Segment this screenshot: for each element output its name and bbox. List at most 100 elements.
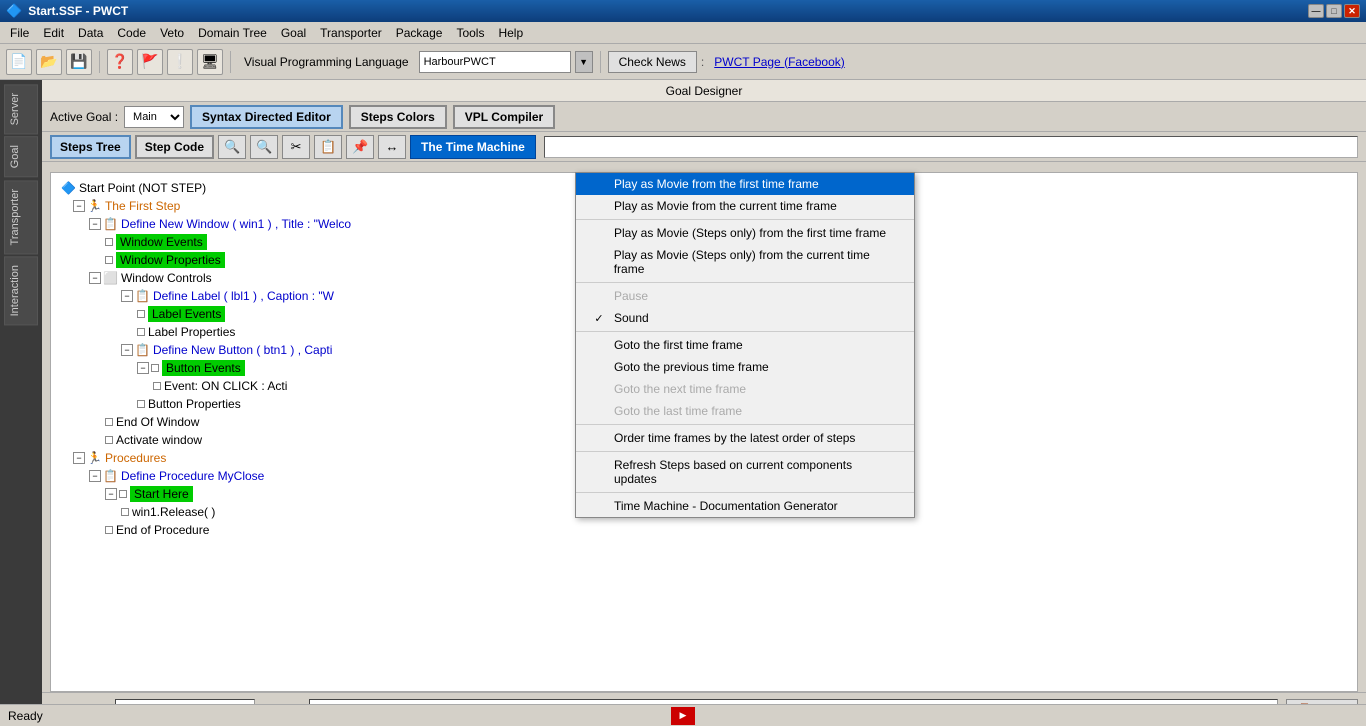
close-window-btn[interactable]: ✕ bbox=[1344, 4, 1360, 18]
steps-toolbar: Steps Tree Step Code 🔍 🔍 ✂ 📋 📌 ↔ The Tim… bbox=[42, 132, 1366, 162]
menu-item-goal[interactable]: Goal bbox=[275, 24, 312, 42]
dropdown-separator bbox=[576, 331, 914, 332]
open-btn[interactable]: 📂 bbox=[36, 49, 62, 75]
dropdown-item[interactable]: Play as Movie from the first time frame bbox=[576, 173, 914, 195]
dropdown-item-label: Goto the next time frame bbox=[614, 382, 746, 396]
expander-procedures[interactable]: − bbox=[73, 452, 85, 464]
syntax-directed-editor-btn[interactable]: Syntax Directed Editor bbox=[190, 105, 343, 129]
exclaim-btn[interactable]: ❕ bbox=[167, 49, 193, 75]
goal-designer-title: Goal Designer bbox=[666, 84, 743, 98]
time-machine-btn[interactable]: The Time Machine bbox=[410, 135, 536, 159]
define-window-label: Define New Window ( win1 ) , Title : "We… bbox=[121, 217, 351, 231]
active-goal-select[interactable]: Main bbox=[124, 106, 184, 128]
dropdown-item-label: Refresh Steps based on current component… bbox=[614, 458, 898, 486]
ready-bar: Ready ▶ bbox=[0, 704, 1366, 726]
menu-item-code[interactable]: Code bbox=[111, 24, 152, 42]
expander-define-proc[interactable]: − bbox=[89, 470, 101, 482]
dropdown-item[interactable]: ✓Sound bbox=[576, 307, 914, 329]
sidebar-tab-interaction[interactable]: Interaction bbox=[4, 256, 38, 325]
expander-first-step[interactable]: − bbox=[73, 200, 85, 212]
dropdown-item-label: Play as Movie (Steps only) from the firs… bbox=[614, 226, 886, 240]
end-proc-label: End of Procedure bbox=[116, 523, 209, 537]
bullet-end-proc bbox=[105, 526, 113, 534]
menu-item-edit[interactable]: Edit bbox=[37, 24, 70, 42]
sidebar-tab-transporter[interactable]: Transporter bbox=[4, 180, 38, 254]
paste-btn[interactable]: 📌 bbox=[346, 135, 374, 159]
menu-item-help[interactable]: Help bbox=[492, 24, 529, 42]
expander-define-window[interactable]: − bbox=[89, 218, 101, 230]
app-icon: 🔷 bbox=[6, 3, 22, 19]
dropdown-item: Goto the next time frame bbox=[576, 378, 914, 400]
pwct-facebook-link[interactable]: PWCT Page (Facebook) bbox=[708, 55, 845, 69]
sidebar-tab-goal[interactable]: Goal bbox=[4, 136, 38, 177]
button-props-label: Button Properties bbox=[148, 397, 241, 411]
minimize-btn[interactable]: — bbox=[1308, 4, 1324, 18]
title-bar-left: 🔷 Start.SSF - PWCT bbox=[6, 3, 128, 19]
copy-btn[interactable]: 📋 bbox=[314, 135, 342, 159]
active-goal-label: Active Goal : bbox=[50, 110, 118, 124]
step-code-btn[interactable]: Step Code bbox=[135, 135, 214, 159]
expander-window-controls[interactable]: − bbox=[89, 272, 101, 284]
start-here-label: Start Here bbox=[130, 486, 193, 502]
menu-item-file[interactable]: File bbox=[4, 24, 35, 42]
move-btn[interactable]: ↔ bbox=[378, 135, 406, 159]
dropdown-item[interactable]: Play as Movie (Steps only) from the curr… bbox=[576, 244, 914, 280]
expander-define-button[interactable]: − bbox=[121, 344, 133, 356]
cut-btn[interactable]: ✂ bbox=[282, 135, 310, 159]
sidebar-tab-server[interactable]: Server bbox=[4, 84, 38, 134]
zoom-in-btn[interactable]: 🔍 bbox=[218, 135, 246, 159]
dropdown-item[interactable]: Order time frames by the latest order of… bbox=[576, 427, 914, 449]
bullet-window-props bbox=[105, 256, 113, 264]
menu-item-package[interactable]: Package bbox=[390, 24, 449, 42]
menu-item-domain-tree[interactable]: Domain Tree bbox=[192, 24, 273, 42]
dropdown-item-label: Pause bbox=[614, 289, 648, 303]
menu-item-transporter[interactable]: Transporter bbox=[314, 24, 388, 42]
maximize-btn[interactable]: □ bbox=[1326, 4, 1342, 18]
define-button-icon: 📋 bbox=[135, 343, 150, 357]
define-label-label: Define Label ( lbl1 ) , Caption : "W bbox=[153, 289, 334, 303]
time-machine-display bbox=[544, 136, 1358, 158]
save-btn[interactable]: 💾 bbox=[66, 49, 92, 75]
steps-tree-btn[interactable]: Steps Tree bbox=[50, 135, 131, 159]
menu-item-tools[interactable]: Tools bbox=[450, 24, 490, 42]
toolbar: 📄 📂 💾 ❓ 🚩 ❕ 🖥 Visual Programming Languag… bbox=[0, 44, 1366, 80]
dropdown-item[interactable]: Goto the first time frame bbox=[576, 334, 914, 356]
bullet-win1release bbox=[121, 508, 129, 516]
lang-dropdown[interactable] bbox=[419, 51, 571, 73]
define-proc-label: Define Procedure MyClose bbox=[121, 469, 264, 483]
dropdown-item-label: Goto the last time frame bbox=[614, 404, 742, 418]
expander-start-here[interactable]: − bbox=[105, 488, 117, 500]
status-icon: ▶ bbox=[671, 707, 695, 725]
screen-btn[interactable]: 🖥 bbox=[197, 49, 223, 75]
menu-item-veto[interactable]: Veto bbox=[154, 24, 190, 42]
dropdown-item[interactable]: Time Machine - Documentation Generator bbox=[576, 495, 914, 517]
zoom-out-btn[interactable]: 🔍 bbox=[250, 135, 278, 159]
dropdown-item: Goto the last time frame bbox=[576, 400, 914, 422]
dropdown-item[interactable]: Goto the previous time frame bbox=[576, 356, 914, 378]
check-news-btn[interactable]: Check News bbox=[608, 51, 697, 73]
lang-dropdown-arrow[interactable]: ▼ bbox=[575, 51, 593, 73]
dropdown-item[interactable]: Play as Movie from the current time fram… bbox=[576, 195, 914, 217]
flag-btn[interactable]: 🚩 bbox=[137, 49, 163, 75]
ready-text: Ready bbox=[8, 709, 43, 723]
dropdown-item-label: Play as Movie from the current time fram… bbox=[614, 199, 837, 213]
define-proc-icon: 📋 bbox=[103, 469, 118, 483]
bullet-start-here bbox=[119, 490, 127, 498]
bullet-activate-window bbox=[105, 436, 113, 444]
dropdown-item[interactable]: Play as Movie (Steps only) from the firs… bbox=[576, 222, 914, 244]
title-bar-controls: — □ ✕ bbox=[1308, 4, 1360, 18]
menu-item-data[interactable]: Data bbox=[72, 24, 109, 42]
expander-define-label[interactable]: − bbox=[121, 290, 133, 302]
dropdown-menu: Play as Movie from the first time frame P… bbox=[575, 172, 915, 518]
vpl-compiler-btn[interactable]: VPL Compiler bbox=[453, 105, 555, 129]
sub-toolbar: Active Goal : Main Syntax Directed Edito… bbox=[42, 102, 1366, 132]
help-btn[interactable]: ❓ bbox=[107, 49, 133, 75]
dropdown-item[interactable]: Refresh Steps based on current component… bbox=[576, 454, 914, 490]
sep1 bbox=[99, 51, 100, 73]
expander-button-events[interactable]: − bbox=[137, 362, 149, 374]
steps-colors-btn[interactable]: Steps Colors bbox=[349, 105, 447, 129]
bullet-label-events bbox=[137, 310, 145, 318]
dropdown-separator bbox=[576, 492, 914, 493]
define-button-label: Define New Button ( btn1 ) , Capti bbox=[153, 343, 332, 357]
new-btn[interactable]: 📄 bbox=[6, 49, 32, 75]
